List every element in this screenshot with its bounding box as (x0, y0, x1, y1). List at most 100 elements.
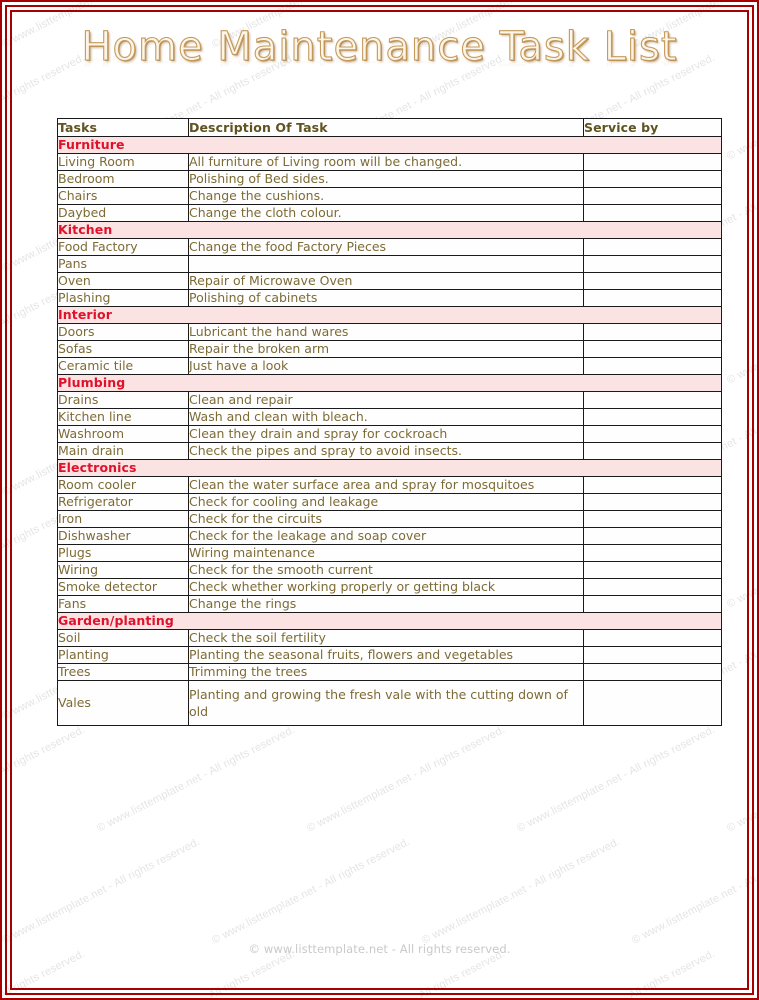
service-by-cell[interactable] (583, 544, 722, 562)
description-cell: Polishing of Bed sides. (188, 170, 584, 188)
service-by-cell[interactable] (583, 153, 722, 171)
table-row: Plashing Polishing of cabinets (57, 289, 722, 307)
service-by-cell[interactable] (583, 442, 722, 460)
table-row: Ceramic tile Just have a look (57, 357, 722, 375)
task-cell: Drains (57, 391, 189, 409)
description-cell: Check the soil fertility (188, 629, 584, 647)
task-cell: Daybed (57, 204, 189, 222)
service-by-cell[interactable] (583, 663, 722, 681)
table-row: Main drain Check the pipes and spray to a… (57, 442, 722, 460)
task-cell: Doors (57, 323, 189, 341)
description-cell: Polishing of cabinets (188, 289, 584, 307)
service-by-cell[interactable] (583, 408, 722, 426)
service-by-cell[interactable] (583, 289, 722, 307)
description-cell: Check whether working properly or gettin… (188, 578, 584, 596)
task-cell: Wiring (57, 561, 189, 579)
service-by-cell[interactable] (583, 187, 722, 205)
task-cell: Food Factory (57, 238, 189, 256)
table-row: Daybed Change the cloth colour. (57, 204, 722, 222)
table-row: Fans Change the rings (57, 595, 722, 613)
description-cell: Check for the leakage and soap cover (188, 527, 584, 545)
table-row: Chairs Change the cushions. (57, 187, 722, 205)
task-cell: Fans (57, 595, 189, 613)
table-row: Doors Lubricant the hand wares (57, 323, 722, 341)
table-row: Drains Clean and repair (57, 391, 722, 409)
column-header-tasks: Tasks (57, 118, 189, 137)
service-by-cell[interactable] (583, 578, 722, 596)
service-by-cell[interactable] (583, 255, 722, 273)
description-cell: Clean they drain and spray for cockroach (188, 425, 584, 443)
service-by-cell[interactable] (583, 170, 722, 188)
service-by-cell[interactable] (583, 272, 722, 290)
service-by-cell[interactable] (583, 425, 722, 443)
task-cell: Washroom (57, 425, 189, 443)
task-cell: Smoke detector (57, 578, 189, 596)
service-by-cell[interactable] (583, 527, 722, 545)
task-cell: Kitchen line (57, 408, 189, 426)
task-cell: Sofas (57, 340, 189, 358)
service-by-cell[interactable] (583, 323, 722, 341)
column-header-service-by: Service by (583, 118, 722, 137)
description-cell: Lubricant the hand wares (188, 323, 584, 341)
category-row: Garden/planting (57, 612, 722, 630)
description-cell: Check for the circuits (188, 510, 584, 528)
table-row: Trees Trimming the trees (57, 663, 722, 681)
description-cell: All furniture of Living room will be cha… (188, 153, 584, 171)
table-header: Tasks Description Of Task Service by (57, 118, 722, 137)
task-cell: Pans (57, 255, 189, 273)
service-by-cell[interactable] (583, 493, 722, 511)
service-by-cell[interactable] (583, 476, 722, 494)
description-cell: Check the pipes and spray to avoid insec… (188, 442, 584, 460)
description-cell: Planting the seasonal fruits, flowers an… (188, 646, 584, 664)
table-row: Plugs Wiring maintenance (57, 544, 722, 562)
category-label: Interior (57, 306, 722, 324)
task-cell: Chairs (57, 187, 189, 205)
task-cell: Living Room (57, 153, 189, 171)
category-row: Kitchen (57, 221, 722, 239)
service-by-cell[interactable] (583, 391, 722, 409)
category-label: Kitchen (57, 221, 722, 239)
task-cell: Plashing (57, 289, 189, 307)
service-by-cell[interactable] (583, 340, 722, 358)
table-row: Wiring Check for the smooth current (57, 561, 722, 579)
description-cell: Change the rings (188, 595, 584, 613)
service-by-cell[interactable] (583, 204, 722, 222)
task-cell: Ceramic tile (57, 357, 189, 375)
category-row: Interior (57, 306, 722, 324)
description-cell: Planting and growing the fresh vale with… (188, 680, 584, 726)
description-cell (188, 255, 584, 273)
table-row: Washroom Clean they drain and spray for c… (57, 425, 722, 443)
task-cell: Main drain (57, 442, 189, 460)
service-by-cell[interactable] (583, 238, 722, 256)
task-cell: Bedroom (57, 170, 189, 188)
description-cell: Clean the water surface area and spray f… (188, 476, 584, 494)
task-cell: Dishwasher (57, 527, 189, 545)
table-row: Oven Repair of Microwave Oven (57, 272, 722, 290)
task-cell: Oven (57, 272, 189, 290)
description-cell: Check for cooling and leakage (188, 493, 584, 511)
service-by-cell[interactable] (583, 629, 722, 647)
task-cell: Plugs (57, 544, 189, 562)
table-row: Food Factory Change the food Factory Piec… (57, 238, 722, 256)
table-row: Dishwasher Check for the leakage and soap… (57, 527, 722, 545)
page-footer: © www.listtemplate.net - All rights rese… (248, 942, 511, 956)
service-by-cell[interactable] (583, 357, 722, 375)
table-header-row: Tasks Description Of Task Service by (57, 118, 722, 137)
description-cell: Change the cloth colour. (188, 204, 584, 222)
table-row: Bedroom Polishing of Bed sides. (57, 170, 722, 188)
description-cell: Check for the smooth current (188, 561, 584, 579)
category-row: Electronics (57, 459, 722, 477)
service-by-cell[interactable] (583, 510, 722, 528)
task-cell: Refrigerator (57, 493, 189, 511)
table-row: Kitchen line Wash and clean with bleach. (57, 408, 722, 426)
service-by-cell[interactable] (583, 646, 722, 664)
table-row: Soil Check the soil fertility (57, 629, 722, 647)
page-title: Home Maintenance Task List Home Maintena… (0, 22, 759, 104)
task-cell: Room cooler (57, 476, 189, 494)
service-by-cell[interactable] (583, 561, 722, 579)
service-by-cell[interactable] (583, 595, 722, 613)
description-cell: Change the cushions. (188, 187, 584, 205)
category-label: Plumbing (57, 374, 722, 392)
service-by-cell[interactable] (583, 680, 722, 726)
table-row: Room cooler Clean the water surface area … (57, 476, 722, 494)
